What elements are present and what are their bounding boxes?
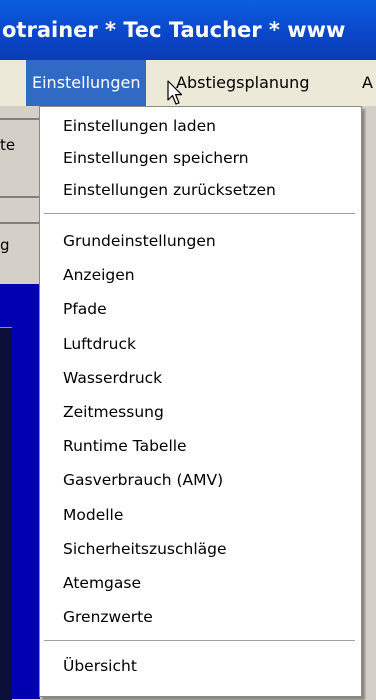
menu-item-einstellungen-laden[interactable]: Einstellungen laden	[63, 117, 216, 135]
menu-item-einstellungen-zuruecksetzen[interactable]: Einstellungen zurücksetzen	[63, 181, 276, 199]
menu-item-einstellungen-speichern[interactable]: Einstellungen speichern	[63, 149, 249, 167]
menu-item-runtime-tabelle[interactable]: Runtime Tabelle	[63, 437, 187, 455]
toolbar-divider	[0, 196, 40, 198]
menu-separator	[44, 213, 355, 215]
menu-item-uebersicht[interactable]: Übersicht	[63, 657, 137, 675]
menu-item-luftdruck[interactable]: Luftdruck	[63, 335, 136, 353]
menu-bar: Einstellungen Abstiegsplanung A	[0, 60, 376, 107]
menu-partial-item[interactable]: A	[356, 60, 376, 106]
background-tab-label: g	[0, 236, 10, 254]
background-toolbar-strip	[0, 106, 40, 284]
menu-item-atemgase[interactable]: Atemgase	[63, 574, 141, 592]
menu-item-modelle[interactable]: Modelle	[63, 506, 123, 524]
menu-einstellungen[interactable]: Einstellungen	[26, 60, 147, 106]
window-title-bar: otrainer * Tec Taucher * www	[0, 0, 376, 60]
menu-item-wasserdruck[interactable]: Wasserdruck	[63, 369, 162, 387]
background-right-strip	[362, 106, 376, 284]
menu-separator	[44, 640, 355, 642]
menu-item-anzeigen[interactable]: Anzeigen	[63, 266, 135, 284]
menu-item-pfade[interactable]: Pfade	[63, 300, 107, 318]
menu-item-gasverbrauch[interactable]: Gasverbrauch (AMV)	[63, 471, 223, 489]
mouse-pointer-icon	[167, 80, 183, 105]
menu-item-grundeinstellungen[interactable]: Grundeinstellungen	[63, 232, 216, 250]
einstellungen-dropdown-menu: Einstellungen laden Einstellungen speich…	[39, 106, 362, 697]
menu-item-sicherheitszuschlaege[interactable]: Sicherheitszuschläge	[63, 540, 227, 558]
window-title: otrainer * Tec Taucher * www	[2, 18, 346, 42]
background-toolbar-label: te	[0, 136, 16, 154]
menu-item-grenzwerte[interactable]: Grenzwerte	[63, 608, 153, 626]
toolbar-divider	[0, 118, 40, 120]
menu-abstiegsplanung[interactable]: Abstiegsplanung	[170, 60, 315, 106]
toolbar-divider	[0, 222, 40, 224]
background-panel	[0, 327, 12, 700]
menu-item-zeitmessung[interactable]: Zeitmessung	[63, 403, 164, 421]
